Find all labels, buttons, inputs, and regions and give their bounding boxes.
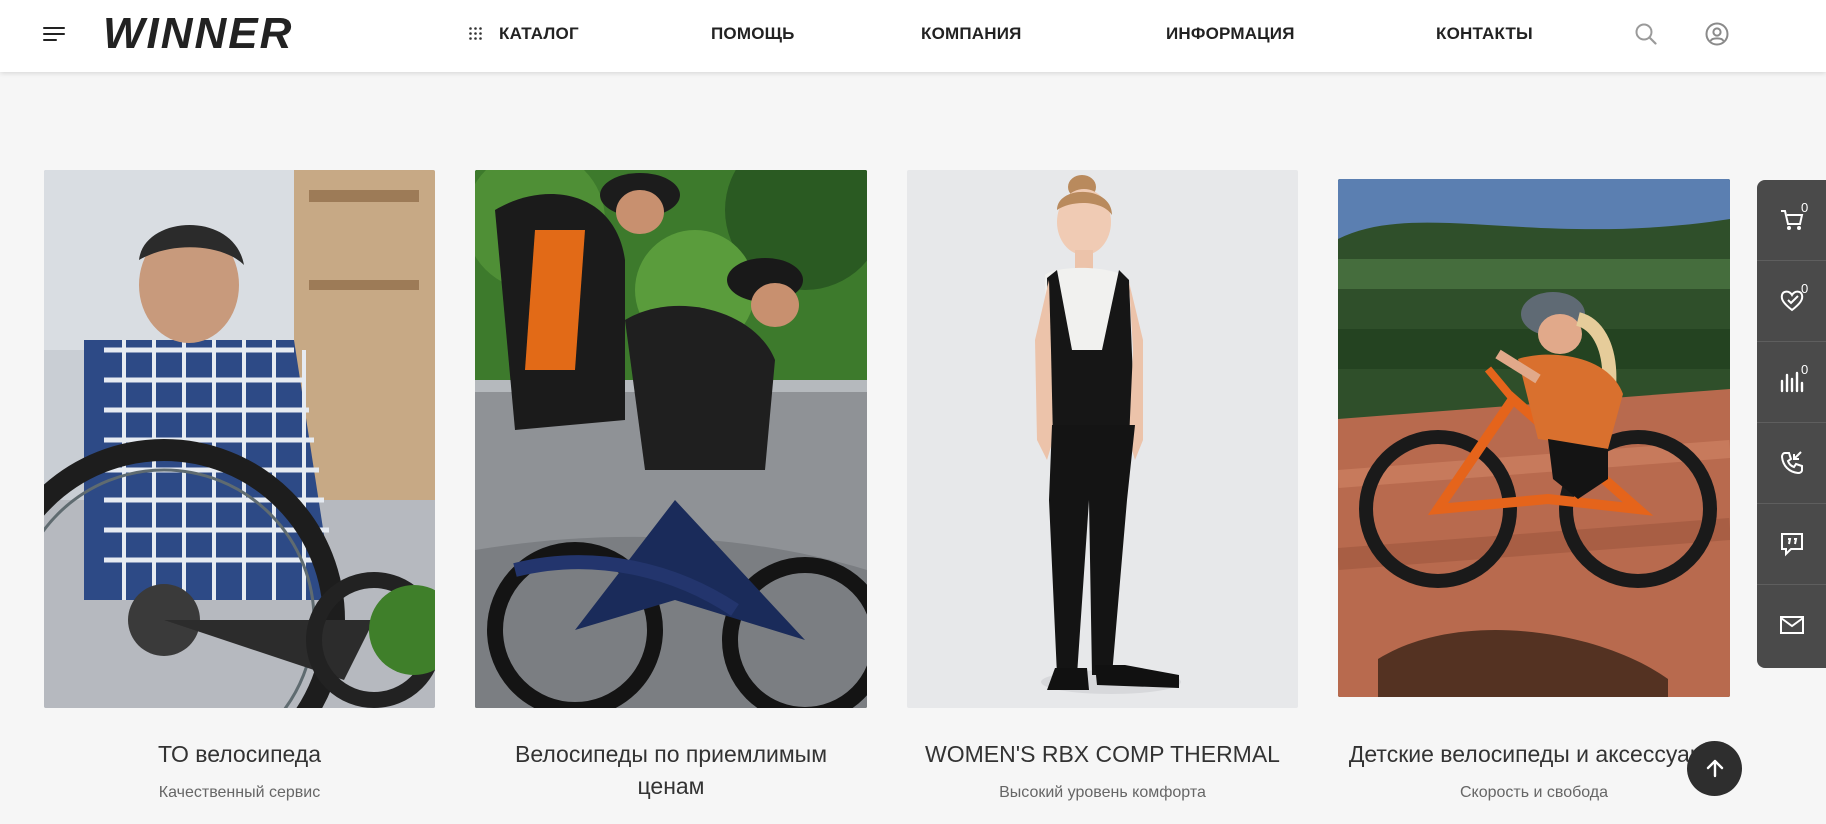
search-icon[interactable] [1634, 22, 1658, 46]
card-image-service[interactable] [44, 170, 435, 708]
favorites-count: 0 [1801, 281, 1809, 296]
cart-count: 0 [1801, 200, 1809, 215]
site-header: WINNER КАТАЛОГ ПОМОЩЬ КОМПАНИЯ ИНФОРМАЦИ… [0, 0, 1826, 72]
user-icon[interactable] [1705, 22, 1729, 46]
card-subtitle: Скорость и свобода [1459, 784, 1609, 801]
mail-icon [1780, 616, 1804, 634]
nav-catalog[interactable]: КАТАЛОГ [499, 24, 579, 44]
card-subtitle: Качественный сервис [158, 784, 321, 801]
card-image-bikes[interactable] [475, 170, 867, 708]
side-callback-button[interactable] [1757, 423, 1826, 504]
card-title[interactable]: WOMEN'S RBX COMP THERMAL [907, 738, 1298, 770]
nav-contacts[interactable]: КОНТАКТЫ [1436, 24, 1533, 44]
card-image-apparel[interactable] [907, 170, 1298, 708]
side-toolbar: 0 0 0 [1757, 180, 1826, 668]
side-cart-button[interactable]: 0 [1757, 180, 1826, 261]
side-mail-button[interactable] [1757, 585, 1826, 665]
card-title[interactable]: ТО велосипеда [44, 738, 435, 770]
side-compare-button[interactable]: 0 [1757, 342, 1826, 423]
nav-help[interactable]: ПОМОЩЬ [711, 24, 795, 44]
card-image-kids[interactable] [1338, 179, 1730, 697]
callback-icon [1780, 451, 1803, 475]
side-favorites-button[interactable]: 0 [1757, 261, 1826, 342]
card-title[interactable]: Детские велосипеды и аксессуары [1338, 738, 1730, 770]
logo[interactable]: WINNER [103, 6, 293, 58]
menu-icon[interactable] [43, 26, 65, 42]
nav-company[interactable]: КОМПАНИЯ [921, 24, 1022, 44]
compare-count: 0 [1801, 362, 1809, 377]
arrow-up-icon [1706, 759, 1724, 778]
grid-icon [469, 27, 482, 40]
nav-information[interactable]: ИНФОРМАЦИЯ [1166, 24, 1295, 44]
scroll-top-button[interactable] [1687, 741, 1742, 796]
chat-icon [1781, 533, 1803, 557]
side-chat-button[interactable] [1757, 504, 1826, 585]
card-subtitle: Высокий уровень комфорта [999, 784, 1206, 801]
card-title[interactable]: Велосипеды по приемлимым ценам [495, 738, 847, 802]
